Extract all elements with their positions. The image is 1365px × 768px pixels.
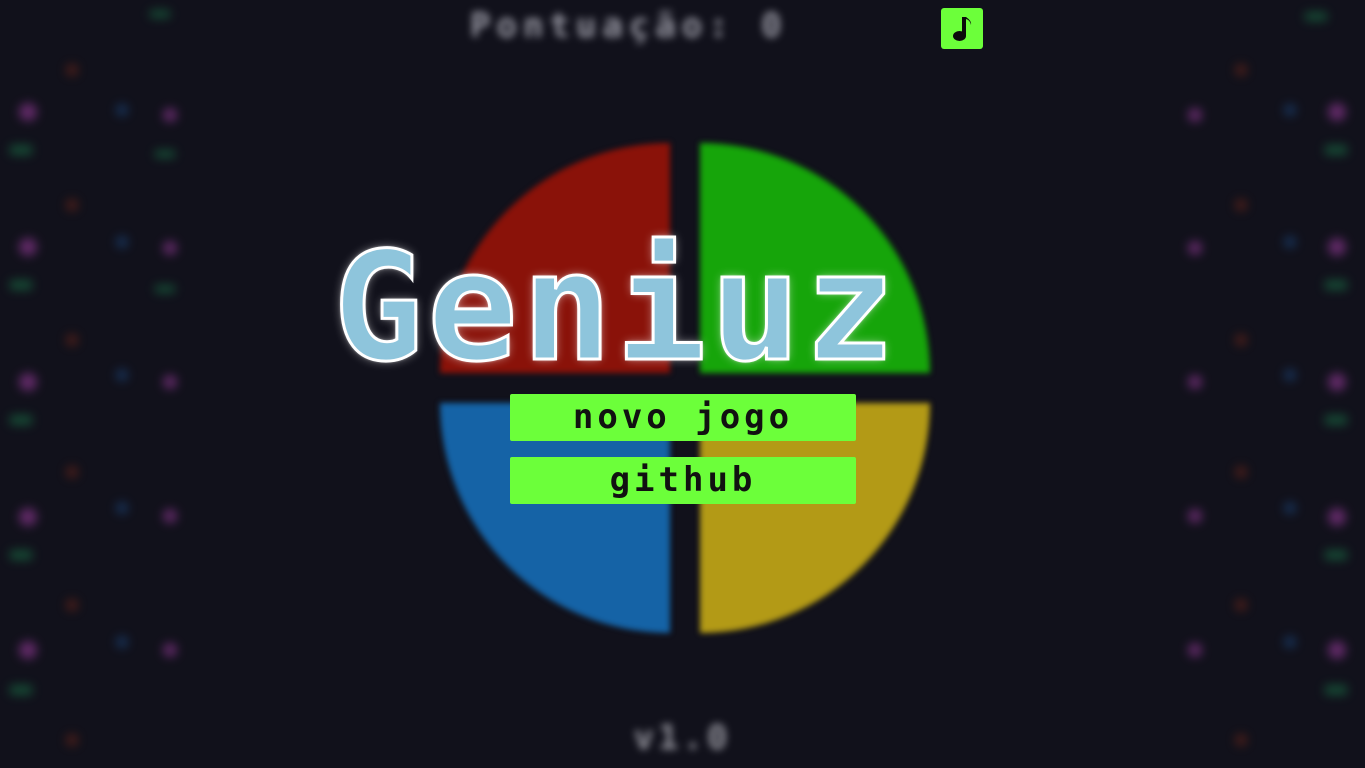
top-bar: Pontuação: 0 xyxy=(0,0,1365,56)
background-decoration-right xyxy=(1188,12,1347,746)
new-game-button[interactable]: novo jogo xyxy=(510,394,856,441)
music-toggle-button[interactable] xyxy=(941,8,983,49)
score-display: Pontuação: 0 xyxy=(470,6,788,46)
version-label: v1.0 xyxy=(633,718,732,758)
music-note-icon xyxy=(953,16,972,41)
background-decoration-left xyxy=(10,10,177,746)
game-screen: Pontuação: 0 Geniuz novo jogo github v1.… xyxy=(0,0,1365,768)
game-title: Geniuz xyxy=(332,221,899,395)
github-button[interactable]: github xyxy=(510,457,856,504)
